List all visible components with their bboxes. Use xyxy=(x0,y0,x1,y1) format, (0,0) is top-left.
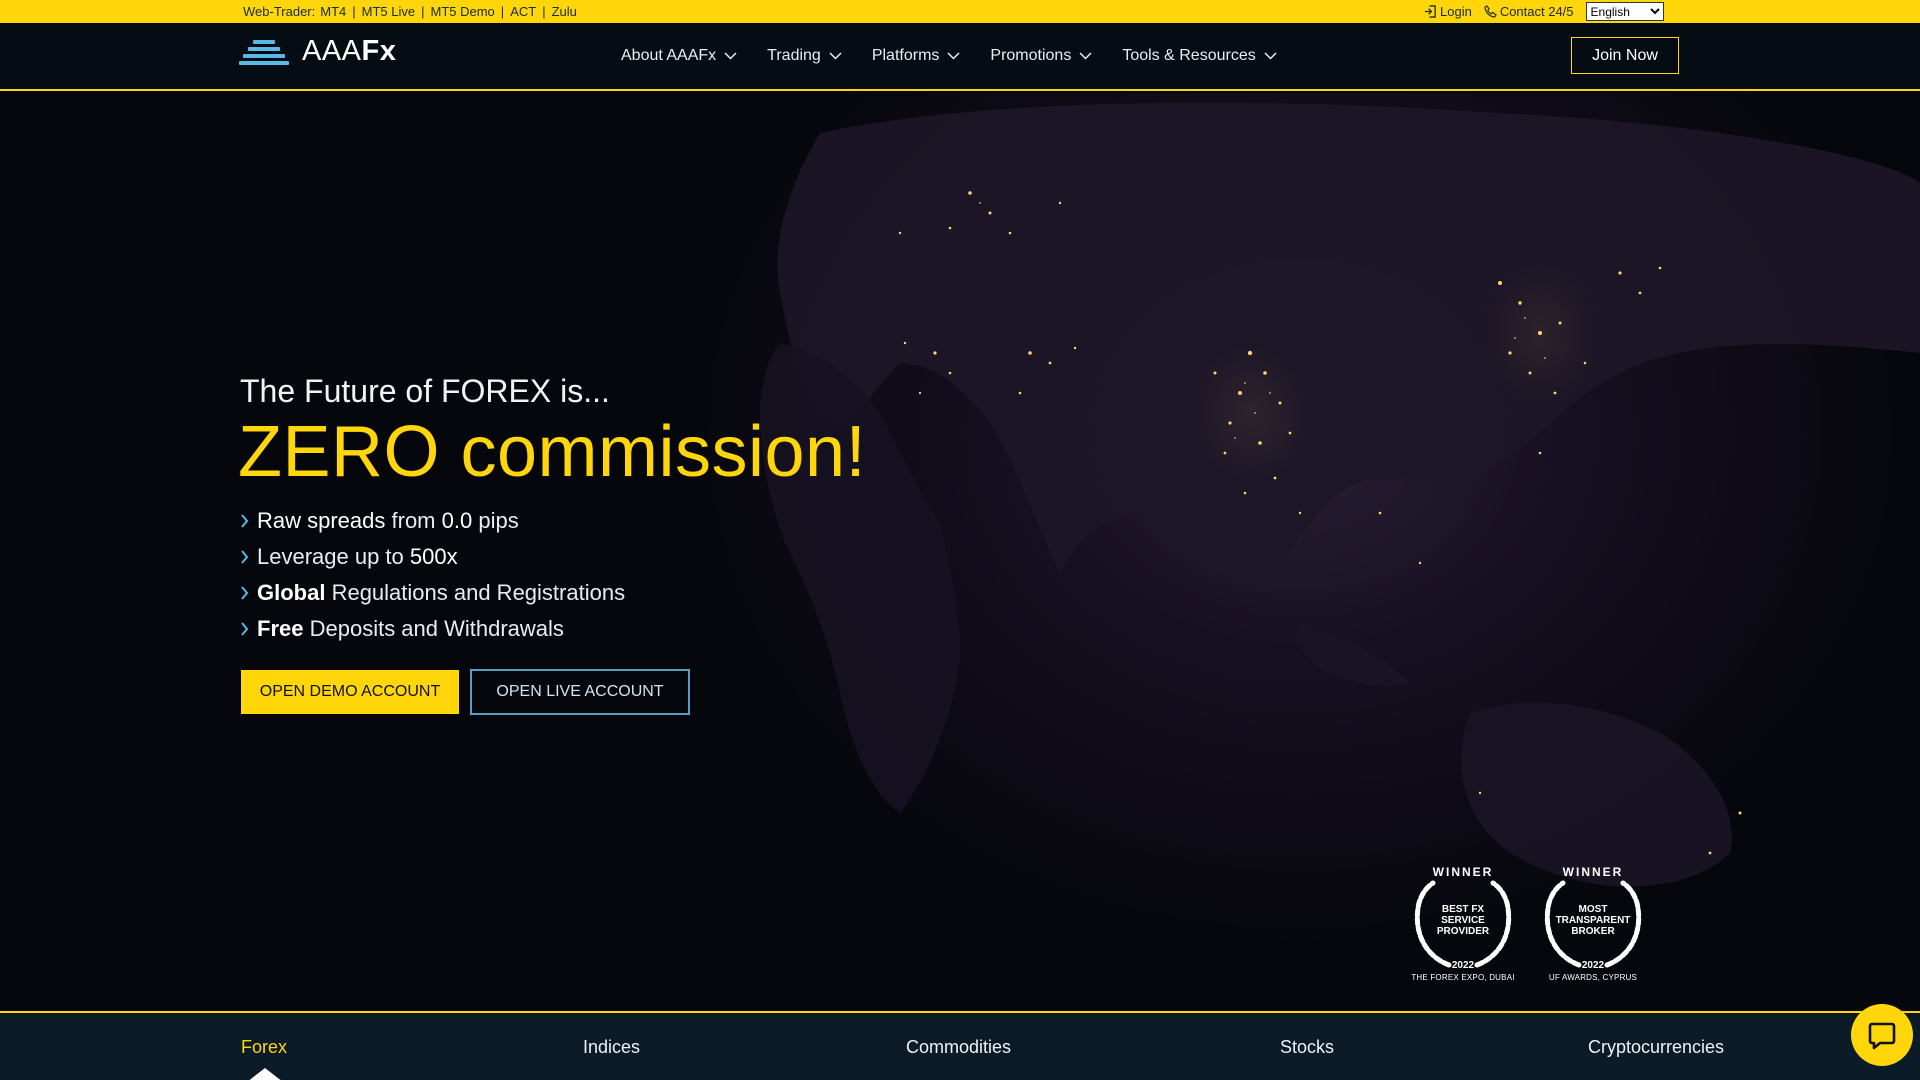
nav-item-label: About AAAFx xyxy=(621,47,717,64)
chevron-right-icon xyxy=(241,550,249,564)
tab-stocks[interactable]: Stocks xyxy=(1280,1037,1334,1058)
hero-subtitle: The Future of FOREX is... xyxy=(240,373,610,409)
webtrader-link-mt4[interactable]: MT4 xyxy=(320,4,346,19)
separator: | xyxy=(421,4,425,19)
contact-label: Contact 24/5 xyxy=(1499,4,1574,19)
nav-item-label: Platforms xyxy=(871,47,940,64)
logo-text-light: AAA xyxy=(302,35,362,67)
hero-headline: ZERO commission! xyxy=(238,412,867,492)
aaafx-logo[interactable]: AAAFx xyxy=(239,35,396,68)
login-label: Login xyxy=(1440,4,1472,19)
award-badge: WINNER BEST FX SERVICE PROVIDER 2022 THE… xyxy=(1401,865,1525,989)
login-link[interactable]: Login xyxy=(1424,4,1472,19)
tab-commodities[interactable]: Commodities xyxy=(906,1037,1011,1058)
login-icon xyxy=(1424,5,1436,18)
webtrader-link-mt5-demo[interactable]: MT5 Demo xyxy=(431,4,495,19)
feature-strong: Global xyxy=(257,580,326,605)
webtrader-link-mt5-live[interactable]: MT5 Live xyxy=(362,4,415,19)
award-title: MOST TRANSPARENT BROKER xyxy=(1555,904,1631,937)
feature-item: Free Deposits and Withdrawals xyxy=(240,611,625,647)
open-demo-account-button[interactable]: OPEN DEMO ACCOUNT xyxy=(241,670,459,714)
chevron-right-icon xyxy=(241,586,249,600)
award-year: 2022 xyxy=(1581,960,1605,971)
feature-list: Raw spreads from 0.0 pips Leverage up to… xyxy=(240,503,625,647)
award-location: THE FOREX EXPO, DUBAI xyxy=(1411,973,1515,982)
feature-strong-value: 0.0 xyxy=(441,508,473,533)
topbar-actions: Login Contact 24/5 English xyxy=(1424,2,1664,21)
award-winner-label: WINNER xyxy=(1432,865,1494,879)
language-select[interactable]: English xyxy=(1585,2,1664,21)
contact-link[interactable]: Contact 24/5 xyxy=(1484,4,1574,19)
logo-stack-icon xyxy=(239,36,289,68)
logo-text-bold: Fx xyxy=(361,35,397,67)
chevron-right-icon xyxy=(241,514,249,528)
nav-item-about[interactable]: About AAAFx xyxy=(621,47,737,65)
nav-item-label: Tools & Resources xyxy=(1122,47,1256,64)
logo-text: AAAFx xyxy=(302,35,396,68)
nav-item-label: Promotions xyxy=(990,47,1072,64)
chevron-down-icon xyxy=(829,52,842,60)
feature-text: Regulations and Registrations xyxy=(325,580,626,605)
webtrader-link-act[interactable]: ACT xyxy=(510,4,536,19)
hero-section: The Future of FOREX is... ZERO commissio… xyxy=(0,93,1920,1011)
separator: | xyxy=(542,4,546,19)
feature-item: Raw spreads from 0.0 pips xyxy=(240,503,625,539)
feature-strong: Free xyxy=(257,616,304,641)
separator: | xyxy=(500,4,505,19)
feature-text: Leverage up to xyxy=(257,544,410,569)
award-location: UF AWARDS, CYPRUS xyxy=(1548,973,1638,982)
feature-text: from xyxy=(385,508,442,533)
join-now-button[interactable]: Join Now xyxy=(1571,37,1679,74)
award-badge: WINNER MOST TRANSPARENT BROKER 2022 UF A… xyxy=(1531,865,1655,989)
tab-forex[interactable]: Forex xyxy=(241,1037,287,1058)
page: Web-Trader: MT4 | MT5 Live | MT5 Demo | … xyxy=(0,0,1920,1080)
active-tab-pointer xyxy=(247,1068,283,1080)
feature-item: Leverage up to 500x xyxy=(240,539,625,575)
tab-indices[interactable]: Indices xyxy=(583,1037,640,1058)
chevron-down-icon xyxy=(724,52,737,60)
live-chat-button[interactable] xyxy=(1851,1004,1913,1066)
instrument-tabs: Forex Indices Commodities Stocks Cryptoc… xyxy=(0,1011,1920,1080)
feature-strong: Raw spreads xyxy=(257,508,386,533)
award-title: BEST FX SERVICE PROVIDER xyxy=(1436,904,1490,937)
chevron-down-icon xyxy=(1079,52,1092,60)
webtrader-label: Web-Trader: xyxy=(243,4,316,19)
chevron-down-icon xyxy=(947,52,960,60)
chat-icon xyxy=(1868,1022,1896,1050)
feature-item: Global Regulations and Registrations xyxy=(240,575,625,611)
nav-item-promotions[interactable]: Promotions xyxy=(990,47,1092,65)
feature-text: Deposits and Withdrawals xyxy=(303,616,564,641)
webtrader-link-zulu[interactable]: Zulu xyxy=(552,4,577,19)
webtrader-links: Web-Trader: MT4 | MT5 Live | MT5 Demo | … xyxy=(243,4,577,19)
nav-menu: About AAAFx Trading Platforms Promotions… xyxy=(621,47,1307,65)
chevron-down-icon xyxy=(1264,52,1277,60)
nav-item-tools-resources[interactable]: Tools & Resources xyxy=(1122,47,1277,65)
nav-item-trading[interactable]: Trading xyxy=(767,47,842,65)
award-year: 2022 xyxy=(1451,960,1475,971)
separator: | xyxy=(352,4,356,19)
award-winner-label: WINNER xyxy=(1562,865,1624,879)
open-live-account-button[interactable]: OPEN LIVE ACCOUNT xyxy=(470,669,690,715)
tab-cryptocurrencies[interactable]: Cryptocurrencies xyxy=(1588,1037,1724,1058)
top-utility-bar: Web-Trader: MT4 | MT5 Live | MT5 Demo | … xyxy=(0,0,1920,23)
feature-strong-value: 500x xyxy=(409,544,458,569)
main-nav: AAAFx About AAAFx Trading Platforms Prom… xyxy=(0,23,1920,91)
nav-item-label: Trading xyxy=(767,47,821,64)
phone-icon xyxy=(1484,5,1497,18)
chevron-right-icon xyxy=(241,622,249,636)
nav-item-platforms[interactable]: Platforms xyxy=(872,47,961,65)
feature-text: pips xyxy=(472,508,519,533)
